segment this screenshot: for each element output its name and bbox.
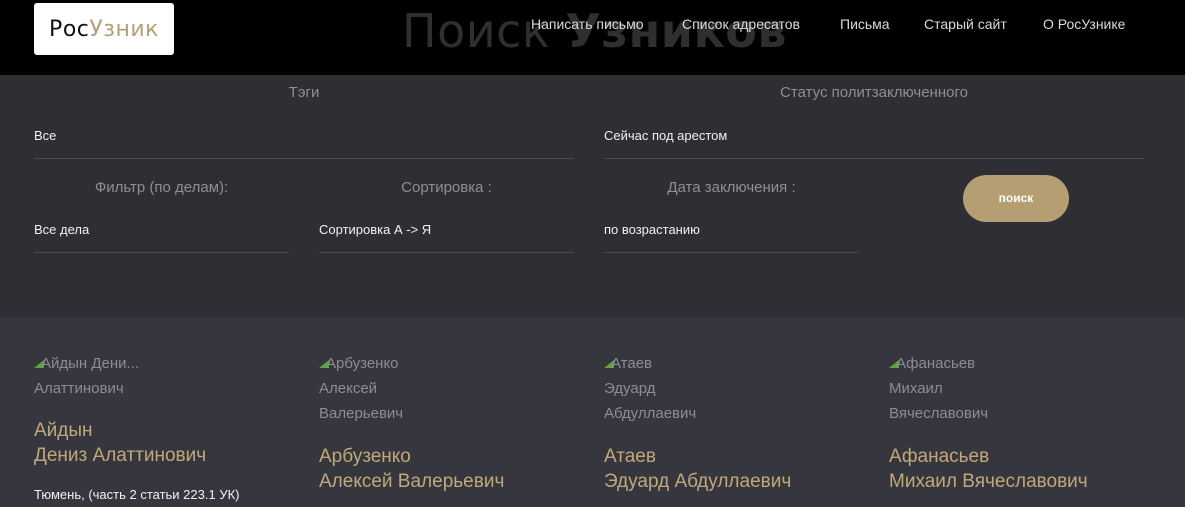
logo-text-part1: Рос (49, 16, 90, 42)
alt-text-line-2: Алаттинович (34, 380, 124, 397)
tags-underline (34, 158, 574, 159)
date-label: Дата заключения : (667, 179, 796, 196)
alt-text-line: Атаев (604, 351, 729, 376)
status-underline (604, 158, 1144, 159)
nav-write-letter[interactable]: Написать письмо (531, 16, 643, 32)
prisoner-name-line-2: Алексей Валерьевич (319, 471, 505, 492)
prisoner-card[interactable]: Арбузенко Алексей Валерьевич Арбузенко А… (319, 317, 579, 507)
prisoner-name-line-2: Дениз Алаттинович (34, 445, 207, 466)
prisoner-name[interactable]: Афанасьев Михаил Вячеславович (889, 444, 1088, 494)
broken-image-alt-text: Арбузенко Алексей Валерьевич (319, 351, 444, 426)
prisoner-name[interactable]: Айдын Дениз Алаттинович (34, 418, 206, 468)
date-underline (604, 252, 859, 253)
broken-image-alt-text: Атаев Эдуард Абдуллаевич (604, 351, 729, 426)
alt-text-line-1: Арбузенко (326, 355, 399, 372)
prisoner-card[interactable]: Атаев Эдуард Абдуллаевич Атаев Эдуард Аб… (604, 317, 864, 507)
tags-select[interactable]: Все (34, 128, 56, 143)
cases-filter-select[interactable]: Все дела (34, 222, 89, 237)
prisoner-name[interactable]: Арбузенко Алексей Валерьевич (319, 444, 504, 494)
prisoner-card[interactable]: Айдын Дени... Алаттинович Айдын Дениз Ал… (34, 317, 294, 507)
alt-text-line-2: Алексей (319, 380, 378, 397)
alt-text-line: Айдын Дени... (34, 351, 159, 376)
prisoner-name-line-2: Эдуард Абдуллаевич (604, 471, 792, 492)
tags-label: Тэги (288, 84, 320, 101)
broken-image-alt-text: Айдын Дени... Алаттинович (34, 351, 159, 401)
prisoner-name-line-1: Айдын (34, 420, 93, 441)
prisoner-name-line-1: Арбузенко (319, 446, 411, 467)
search-button[interactable]: поиск (963, 175, 1069, 222)
sort-underline (319, 252, 574, 253)
prisoner-name[interactable]: Атаев Эдуард Абдуллаевич (604, 444, 791, 494)
nav-letters[interactable]: Письма (840, 16, 890, 32)
cases-filter-underline (34, 252, 289, 253)
alt-text-line: Арбузенко (319, 351, 444, 376)
logo-text-part2: Узник (89, 16, 159, 42)
cases-filter-label: Фильтр (по делам): (94, 179, 229, 196)
nav-old-site[interactable]: Старый сайт (924, 16, 1007, 32)
site-header: Рос Узник Поиск Узников Написать письмо С… (0, 0, 1185, 75)
alt-text-line-1: Айдын Дени... (41, 355, 140, 372)
date-select[interactable]: по возрастанию (604, 222, 700, 237)
nav-recipient-list[interactable]: Список адресатов (682, 16, 800, 32)
prisoner-location: Тюмень, (часть 2 статьи 223.1 УК) (34, 487, 240, 502)
alt-text-line-2: Эдуард (604, 380, 656, 397)
nav-about[interactable]: О РосУзнике (1043, 16, 1125, 32)
prisoner-name-line-1: Атаев (604, 446, 656, 467)
results-grid: Айдын Дени... Алаттинович Айдын Дениз Ал… (0, 317, 1185, 507)
alt-text-line: Афанасьев (889, 351, 1014, 376)
alt-text-line-3: Валерьевич (319, 405, 404, 422)
sort-select[interactable]: Сортировка А -> Я (319, 222, 431, 237)
prisoner-name-line-2: Михаил Вячеславович (889, 471, 1088, 492)
broken-image-alt-text: Афанасьев Михаил Вячеславович (889, 351, 1014, 426)
site-logo[interactable]: Рос Узник (34, 3, 174, 55)
status-select[interactable]: Сейчас под арестом (604, 128, 727, 143)
status-label: Статус политзаключенного (780, 84, 968, 101)
alt-text-line-3: Абдуллаевич (604, 405, 697, 422)
alt-text-line-1: Афанасьев (896, 355, 976, 372)
sort-label: Сортировка : (401, 179, 492, 196)
filter-panel: Тэги Все Статус политзаключенного Сейчас… (0, 75, 1185, 317)
alt-text-line-1: Атаев (611, 355, 653, 372)
alt-text-line-2: Михаил (889, 380, 943, 397)
prisoner-card[interactable]: Афанасьев Михаил Вячеславович Афанасьев … (889, 317, 1149, 507)
prisoner-name-line-1: Афанасьев (889, 446, 990, 467)
alt-text-line-3: Вячеславович (889, 405, 989, 422)
